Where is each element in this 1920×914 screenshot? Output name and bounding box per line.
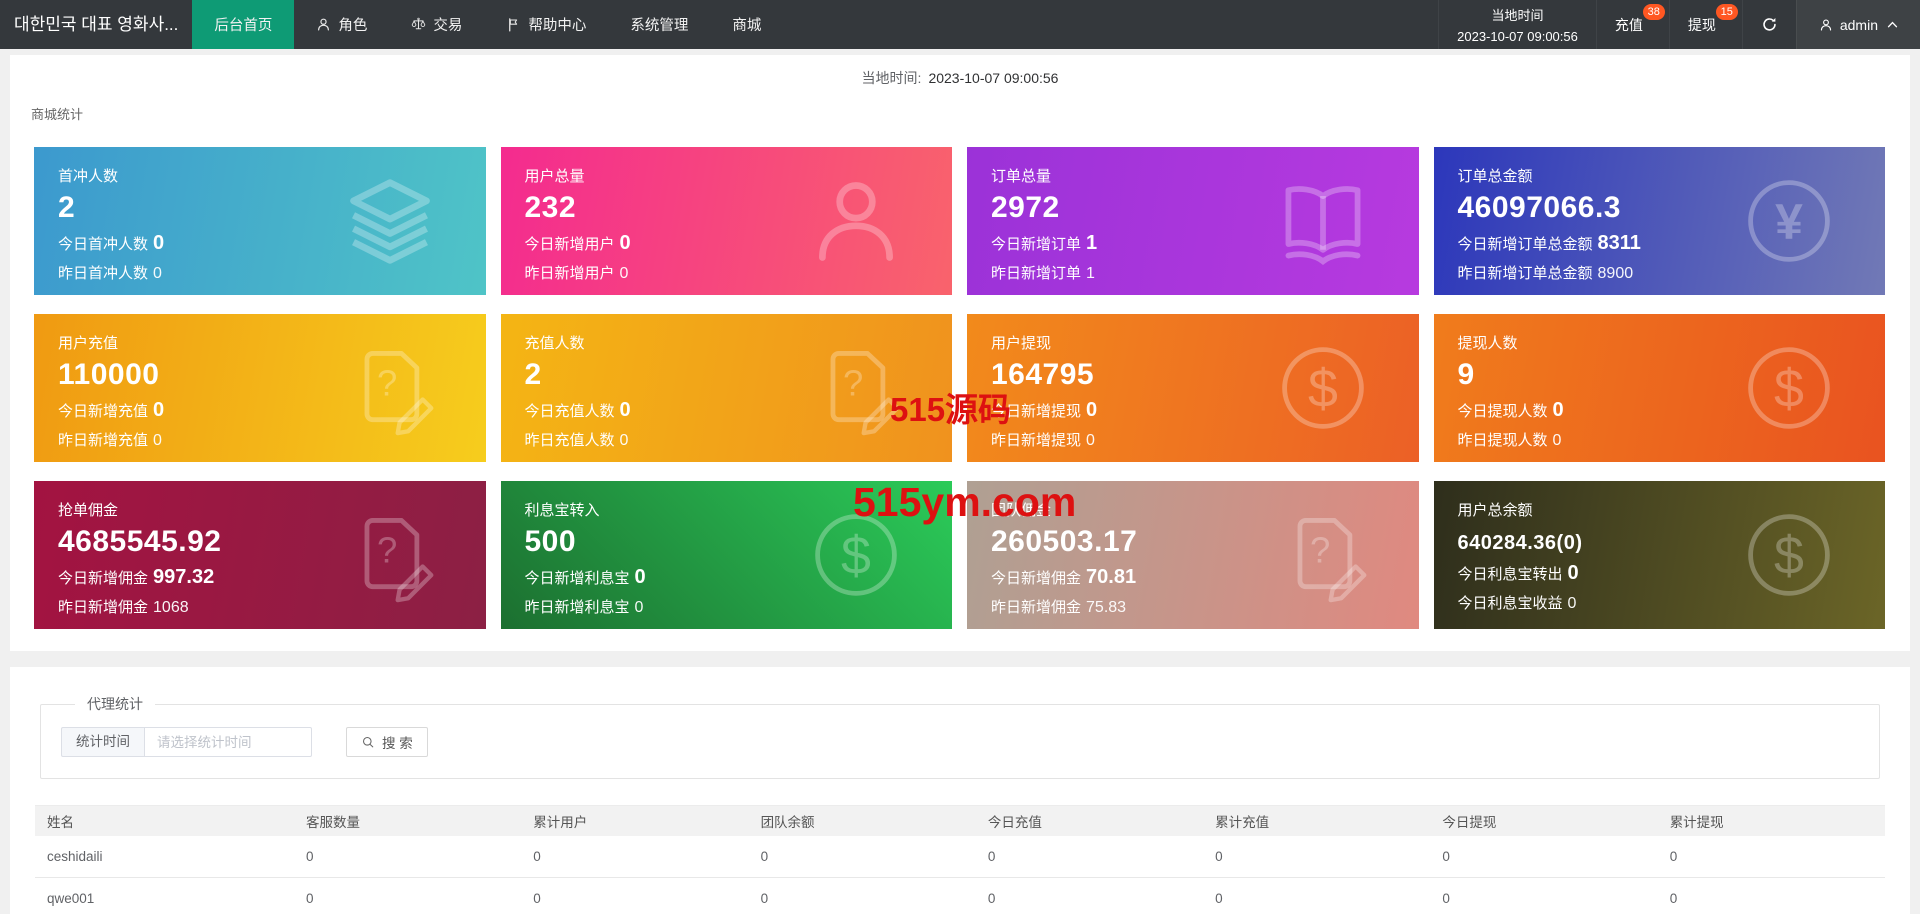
menu-item-dashboard[interactable]: 后台首页 (192, 0, 295, 49)
document-edit-icon (342, 507, 438, 603)
flag-icon (506, 17, 521, 32)
person-icon (808, 173, 904, 269)
stat-card-recharge-users: 充值人数 2 今日充值人数 0 昨日充值人数 0 (500, 314, 952, 462)
navbar-local-time: 当地时间 2023-10-07 09:00:56 (1438, 0, 1596, 49)
agent-table: 姓名 客服数量 累计用户 团队余额 今日充值 累计充值 今日提现 累计提现 ce… (35, 805, 1885, 914)
user-icon (316, 17, 331, 32)
chevron-up-icon (1887, 21, 1898, 28)
recharge-badge: 38 (1642, 4, 1665, 20)
refresh-icon (1761, 16, 1778, 33)
stat-time-label: 统计时间 (61, 727, 144, 757)
col-today-recharge: 今日充值 (975, 805, 1204, 836)
user-menu[interactable]: admin (1795, 0, 1920, 49)
stat-card-total-orders: 订单总量 2972 今日新增订单 1 昨日新增订单 1 (967, 147, 1419, 295)
app-brand: 대한민국 대표 영화사... (14, 15, 179, 34)
col-team-balance: 团队余额 (748, 805, 976, 836)
table-row: qwe001 0 0 0 0 0 0 0 (35, 877, 1885, 914)
stat-card-first-charge-users: 首冲人数 2 今日首冲人数 0 昨日首冲人数 0 (34, 147, 486, 295)
layers-icon (342, 173, 438, 269)
section-title: 商城统计 (31, 107, 84, 122)
search-icon (361, 735, 375, 749)
agent-stats-fieldset: 代理统计 统计时间 搜 索 (40, 694, 1880, 779)
stat-card-total-users: 用户总量 232 今日新增用户 0 昨日新增用户 0 (500, 147, 952, 295)
local-time-label: 当地时间 (1491, 8, 1544, 23)
navbar-right: 当地时间 2023-10-07 09:00:56 充值 38 提现 15 adm… (1438, 0, 1920, 49)
col-service-count: 客服数量 (294, 805, 522, 836)
watermark-url: 515ym.com (853, 479, 1077, 525)
col-today-withdraw: 今日提现 (1430, 805, 1658, 836)
book-icon (1275, 173, 1371, 269)
stat-card-user-withdraw: 用户提现 164795 今日新增提现 0 昨日新增提现 0 (967, 314, 1419, 462)
table-row: ceshidaili 0 0 0 0 0 0 0 (35, 835, 1885, 878)
dollar-circle-icon (1741, 340, 1837, 436)
stats-panel: 当地时间: 2023-10-07 09:00:56 商城统计 首冲人数 2 今日首… (10, 55, 1910, 651)
menu-item-system[interactable]: 系统管理 (608, 0, 710, 49)
refresh-button[interactable] (1741, 0, 1796, 49)
time-value: 2023-10-07 09:00:56 (928, 70, 1059, 86)
stat-card-withdraw-users: 提现人数 9 今日提现人数 0 昨日提现人数 0 (1433, 314, 1885, 462)
menu-item-trade[interactable]: 交易 (389, 0, 484, 49)
recharge-notice[interactable]: 充值 38 (1595, 0, 1669, 49)
col-total-withdraw: 累计提现 (1657, 805, 1885, 836)
dollar-circle-icon (1741, 507, 1837, 603)
col-name: 姓名 (35, 805, 294, 836)
stat-card-user-recharge: 用户充值 110000 今日新增充值 0 昨日新增充值 0 (34, 314, 486, 462)
local-time-value: 2023-10-07 09:00:56 (1457, 28, 1578, 44)
stat-card-total-balance: 用户总余额 640284.36(0) 今日利息宝转出 0 今日利息宝收益 0 (1433, 481, 1885, 629)
scales-icon (411, 17, 426, 32)
stat-card-order-amount: 订单总金额 46097066.3 今日新增订单总金额 8311 昨日新增订单总金额… (1433, 147, 1885, 295)
time-label: 当地时间: (861, 70, 922, 86)
col-total-recharge: 累计充值 (1203, 805, 1431, 836)
agent-stats-legend: 代理统计 (87, 696, 143, 712)
stat-time-input[interactable] (144, 727, 312, 757)
col-total-users: 累计用户 (521, 805, 749, 836)
menu-item-help-center[interactable]: 帮助中心 (484, 0, 608, 49)
search-button[interactable]: 搜 索 (346, 727, 428, 757)
table-header-row: 姓名 客服数量 累计用户 团队余额 今日充值 累计充值 今日提现 累计提现 (35, 805, 1885, 836)
agent-stats-panel: 代理统计 统计时间 搜 索 姓名 客服数量 累计用户 团队余额 今日充值 累计充… (10, 667, 1910, 914)
withdraw-notice[interactable]: 提现 15 (1668, 0, 1742, 49)
stat-card-grab-commission: 抢单佣金 4685545.92 今日新增佣金 997.32 昨日新增佣金 1068 (34, 481, 486, 629)
document-edit-icon (1275, 507, 1371, 603)
withdraw-badge: 15 (1715, 4, 1738, 20)
main-menu: 后台首页 角色 交易 帮助中心 系统管理 商城 (192, 0, 783, 49)
menu-item-mall[interactable]: 商城 (710, 0, 783, 49)
menu-item-roles[interactable]: 角色 (294, 0, 389, 49)
local-time-header: 当地时间: 2023-10-07 09:00:56 (10, 55, 1910, 88)
top-navbar: 대한민국 대표 영화사... 后台首页 角色 交易 帮助中心 系统管理 商城 当… (0, 0, 1920, 49)
filter-row: 统计时间 搜 索 (61, 727, 1859, 757)
watermark-text: 515源码 (890, 391, 1012, 428)
document-edit-icon (342, 340, 438, 436)
user-icon (1819, 18, 1833, 32)
dollar-circle-icon (1275, 340, 1371, 436)
yen-circle-icon (1741, 173, 1837, 269)
username: admin (1839, 16, 1878, 33)
